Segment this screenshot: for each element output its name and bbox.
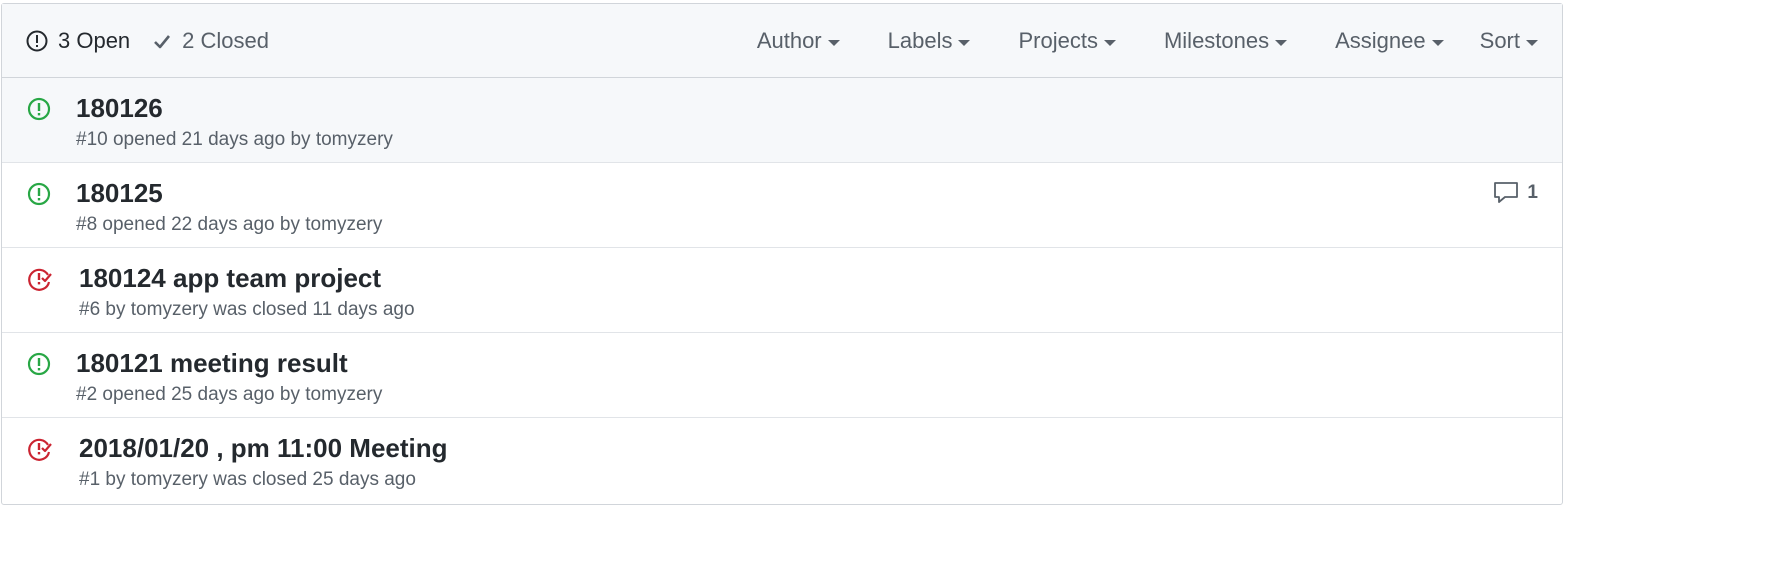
issue-closed-icon [28,438,52,461]
issue-author-link[interactable]: tomyzery [131,299,208,320]
assignee-filter[interactable]: Assignee [1335,28,1444,54]
caret-down-icon [1431,39,1444,46]
comment-icon [1494,182,1519,203]
issues-list: 3 Open 2 Closed Author Labels Projects M… [1,3,1563,505]
issue-number: #6 [79,299,101,320]
open-issues-toggle[interactable]: 3 Open [26,28,130,54]
issue-status-text: opened 22 days ago by [102,214,300,235]
author-filter-label: Author [756,27,822,53]
issue-status-text: opened 25 days ago by [102,384,300,405]
issue-status-text: by [105,469,126,490]
projects-filter[interactable]: Projects [1018,27,1116,54]
issue-meta: #6 by tomyzery was closed 11 days ago [79,299,415,321]
issue-author-link[interactable]: tomyzery [316,129,393,150]
issue-status-text: by [105,299,126,320]
issue-number: #10 [76,129,108,150]
milestones-filter-label: Milestones [1163,27,1270,53]
author-filter[interactable]: Author [757,28,840,54]
projects-filter-label: Projects [1018,27,1098,53]
closed-issues-toggle[interactable]: 2 Closed [152,28,269,54]
issue-title-link[interactable]: 2018/01/20 , pm 11:00 Meeting [79,433,448,464]
sort-filter-label: Sort [1479,27,1520,53]
issue-row[interactable]: 180126 #10 opened 21 days ago by tomyzer… [2,78,1562,163]
caret-down-icon [958,39,971,46]
issue-author-link[interactable]: tomyzery [305,214,382,235]
issue-title-link[interactable]: 180126 [76,93,163,124]
check-icon [154,34,171,48]
issues-list-header: 3 Open 2 Closed Author Labels Projects M… [2,4,1562,78]
issue-row[interactable]: 180124 app team project #6 by tomyzery w… [2,248,1562,333]
issue-number: #8 [76,214,98,235]
comments-link[interactable]: 1 [1493,181,1538,205]
issue-row[interactable]: 2018/01/20 , pm 11:00 Meeting #1 by tomy… [2,418,1562,504]
issue-title-link[interactable]: 180124 app team project [79,263,381,294]
caret-down-icon [827,39,840,46]
issue-author-link[interactable]: tomyzery [131,469,208,490]
closed-count-label: 2 Closed [182,27,270,53]
milestones-filter[interactable]: Milestones [1163,27,1288,54]
issue-opened-icon [27,97,51,121]
open-count-label: 3 Open [58,27,131,53]
issue-opened-icon [26,30,48,51]
issue-meta: #2 opened 25 days ago by tomyzery [76,384,382,406]
issue-title-link[interactable]: 180125 [76,178,163,209]
issue-closed-text: was closed 11 days ago [213,299,415,320]
issue-number: #1 [79,469,101,490]
issue-meta: #10 opened 21 days ago by tomyzery [76,129,393,151]
caret-down-icon [1526,39,1538,46]
labels-filter[interactable]: Labels [888,28,971,54]
issue-number: #2 [76,384,98,405]
issue-meta: #8 opened 22 days ago by tomyzery [76,214,382,236]
issue-closed-text: was closed 25 days ago [213,469,416,490]
issue-author-link[interactable]: tomyzery [305,384,382,405]
issue-closed-icon [28,268,52,291]
issue-row[interactable]: 180125 #8 opened 22 days ago by tomyzery… [2,163,1562,248]
caret-down-icon [1275,39,1288,46]
sort-filter[interactable]: Sort [1480,28,1538,54]
caret-down-icon [1103,39,1116,46]
issue-meta: #1 by tomyzery was closed 25 days ago [79,469,416,491]
issue-row[interactable]: 180121 meeting result #2 opened 25 days … [2,333,1562,418]
labels-filter-label: Labels [887,27,953,53]
comment-count: 1 [1527,182,1538,203]
issue-opened-icon [27,352,51,376]
assignee-filter-label: Assignee [1335,27,1426,53]
issue-opened-icon [27,182,51,206]
issue-title-link[interactable]: 180121 meeting result [76,348,348,379]
issue-status-text: opened 21 days ago by [112,129,311,150]
